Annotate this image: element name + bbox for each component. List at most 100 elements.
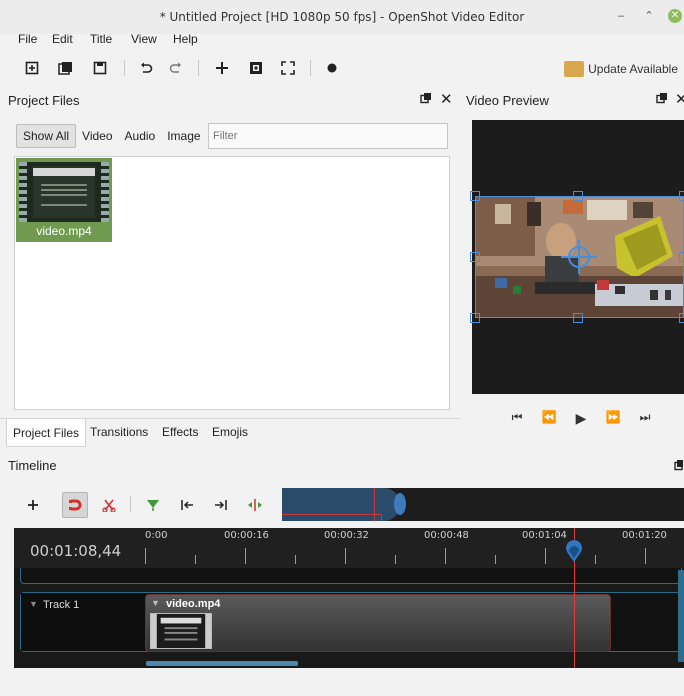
- tab-effects[interactable]: Effects: [162, 425, 198, 439]
- current-time: 00:01:08,44: [30, 542, 122, 560]
- timeline-clip[interactable]: ▼ video.mp4: [145, 594, 611, 652]
- menu-edit[interactable]: Edit: [52, 32, 73, 46]
- major-tick: [345, 548, 346, 564]
- export-video-button[interactable]: [322, 58, 342, 78]
- resize-handle[interactable]: [573, 191, 583, 201]
- menu-view[interactable]: View: [131, 32, 157, 46]
- menu-bar: File Edit Title View Help: [0, 30, 684, 50]
- update-label: Update Available: [588, 62, 678, 76]
- new-project-button[interactable]: [22, 58, 42, 78]
- playhead-handle[interactable]: [565, 540, 583, 562]
- toolbar-separator: [124, 60, 125, 76]
- project-files-list[interactable]: video.mp4: [14, 156, 450, 410]
- tab-project-files[interactable]: Project Files: [6, 419, 87, 447]
- fast-forward-button[interactable]: ⏩: [604, 410, 622, 428]
- resize-handle[interactable]: [679, 313, 684, 323]
- resize-handle[interactable]: [679, 191, 684, 201]
- project-files-title: Project Files: [8, 93, 80, 108]
- filter-video[interactable]: Video: [76, 124, 118, 148]
- overview-handle[interactable]: [394, 493, 406, 515]
- vertical-scrollbar[interactable]: [678, 570, 684, 662]
- razor-tool-button[interactable]: [96, 492, 122, 518]
- tick-label: 00:00:48: [424, 530, 469, 541]
- fullscreen-button[interactable]: [278, 58, 298, 78]
- resize-handle[interactable]: [573, 313, 583, 323]
- thumbnail-text-line: [41, 204, 87, 206]
- play-button[interactable]: ▶: [572, 410, 590, 428]
- filter-image[interactable]: Image: [161, 124, 206, 148]
- menu-title[interactable]: Title: [90, 32, 112, 46]
- jump-end-button[interactable]: ⏭: [636, 410, 654, 428]
- clip-thumbnail: [150, 613, 212, 649]
- close-panel-icon[interactable]: ✕: [675, 90, 684, 108]
- plus-icon: [216, 62, 228, 74]
- center-timeline-button[interactable]: [242, 492, 268, 518]
- thumbnail-text-line: [41, 189, 87, 191]
- film-strip: [101, 162, 109, 222]
- undock-icon[interactable]: [656, 92, 668, 107]
- file-item-video[interactable]: video.mp4: [16, 158, 112, 242]
- package-icon: [564, 61, 585, 77]
- maximize-button[interactable]: ⌃: [642, 9, 656, 23]
- profile-icon: [250, 62, 262, 74]
- resize-handle[interactable]: [470, 252, 480, 262]
- magnet-icon: [69, 499, 82, 511]
- filter-audio[interactable]: Audio: [119, 124, 162, 148]
- major-tick: [145, 548, 146, 564]
- save-icon: [93, 61, 107, 75]
- track-header[interactable]: ▼ Track 1: [21, 593, 147, 651]
- file-name: video.mp4: [36, 224, 92, 238]
- thumbnail-text-line: [41, 184, 87, 186]
- timeline-overview[interactable]: [282, 488, 684, 521]
- undo-icon: [141, 62, 153, 73]
- timeline-canvas[interactable]: 00:01:08,44 0:00 00:00:16 00:00:32 00:00…: [14, 528, 684, 668]
- jump-start-button[interactable]: ⏮: [508, 410, 526, 428]
- close-panel-icon[interactable]: ✕: [440, 90, 453, 108]
- horizontal-scrollbar[interactable]: [146, 661, 298, 666]
- toolbar-separator: [310, 60, 311, 76]
- open-project-button[interactable]: [56, 58, 76, 78]
- new-project-icon: [25, 61, 39, 75]
- tab-emojis[interactable]: Emojis: [212, 425, 248, 439]
- filter-show-all[interactable]: Show All: [16, 124, 77, 148]
- toolbar-separator: [198, 60, 199, 76]
- next-marker-button[interactable]: [208, 492, 234, 518]
- choose-profile-button[interactable]: [246, 58, 266, 78]
- save-project-button[interactable]: [90, 58, 110, 78]
- resize-handle[interactable]: [470, 313, 480, 323]
- redo-icon: [169, 62, 181, 73]
- resize-handle[interactable]: [679, 252, 684, 262]
- previous-marker-button[interactable]: [174, 492, 200, 518]
- menu-help[interactable]: Help: [173, 32, 198, 46]
- redo-button[interactable]: [166, 58, 186, 78]
- major-tick: [645, 548, 646, 564]
- tab-transitions[interactable]: Transitions: [90, 425, 148, 439]
- filter-input[interactable]: [208, 123, 448, 149]
- tick-label: 00:01:20: [622, 530, 667, 541]
- open-project-icon: [58, 62, 72, 75]
- clip-menu-icon[interactable]: ▼: [151, 598, 160, 608]
- undock-icon[interactable]: [420, 92, 432, 107]
- next-marker-icon: [215, 500, 227, 510]
- snapping-toggle[interactable]: [62, 492, 88, 518]
- undo-button[interactable]: [136, 58, 156, 78]
- video-preview[interactable]: [470, 120, 684, 394]
- thumbnail-banner: [33, 168, 95, 176]
- menu-file[interactable]: File: [18, 32, 37, 46]
- track-area[interactable]: ▼ Track 1 ▼ video.mp4: [14, 568, 684, 668]
- window-title: * Untitled Project [HD 1080p 50 fps] - O…: [159, 10, 525, 24]
- rewind-button[interactable]: ⏪: [540, 410, 558, 428]
- timeline-ruler[interactable]: 00:01:08,44 0:00 00:00:16 00:00:32 00:00…: [14, 528, 684, 568]
- tick-label: 00:00:32: [324, 530, 369, 541]
- video-preview-title: Video Preview: [466, 93, 549, 108]
- undock-icon[interactable]: [674, 459, 684, 474]
- track-row-empty[interactable]: [20, 568, 682, 584]
- add-marker-button[interactable]: [140, 492, 166, 518]
- minimize-button[interactable]: –: [614, 9, 628, 23]
- update-available-button[interactable]: Update Available: [564, 60, 678, 78]
- resize-handle[interactable]: [470, 191, 480, 201]
- close-button[interactable]: ✕: [668, 9, 682, 23]
- add-track-button[interactable]: [20, 492, 46, 518]
- import-files-button[interactable]: [212, 58, 232, 78]
- minor-tick: [495, 555, 496, 564]
